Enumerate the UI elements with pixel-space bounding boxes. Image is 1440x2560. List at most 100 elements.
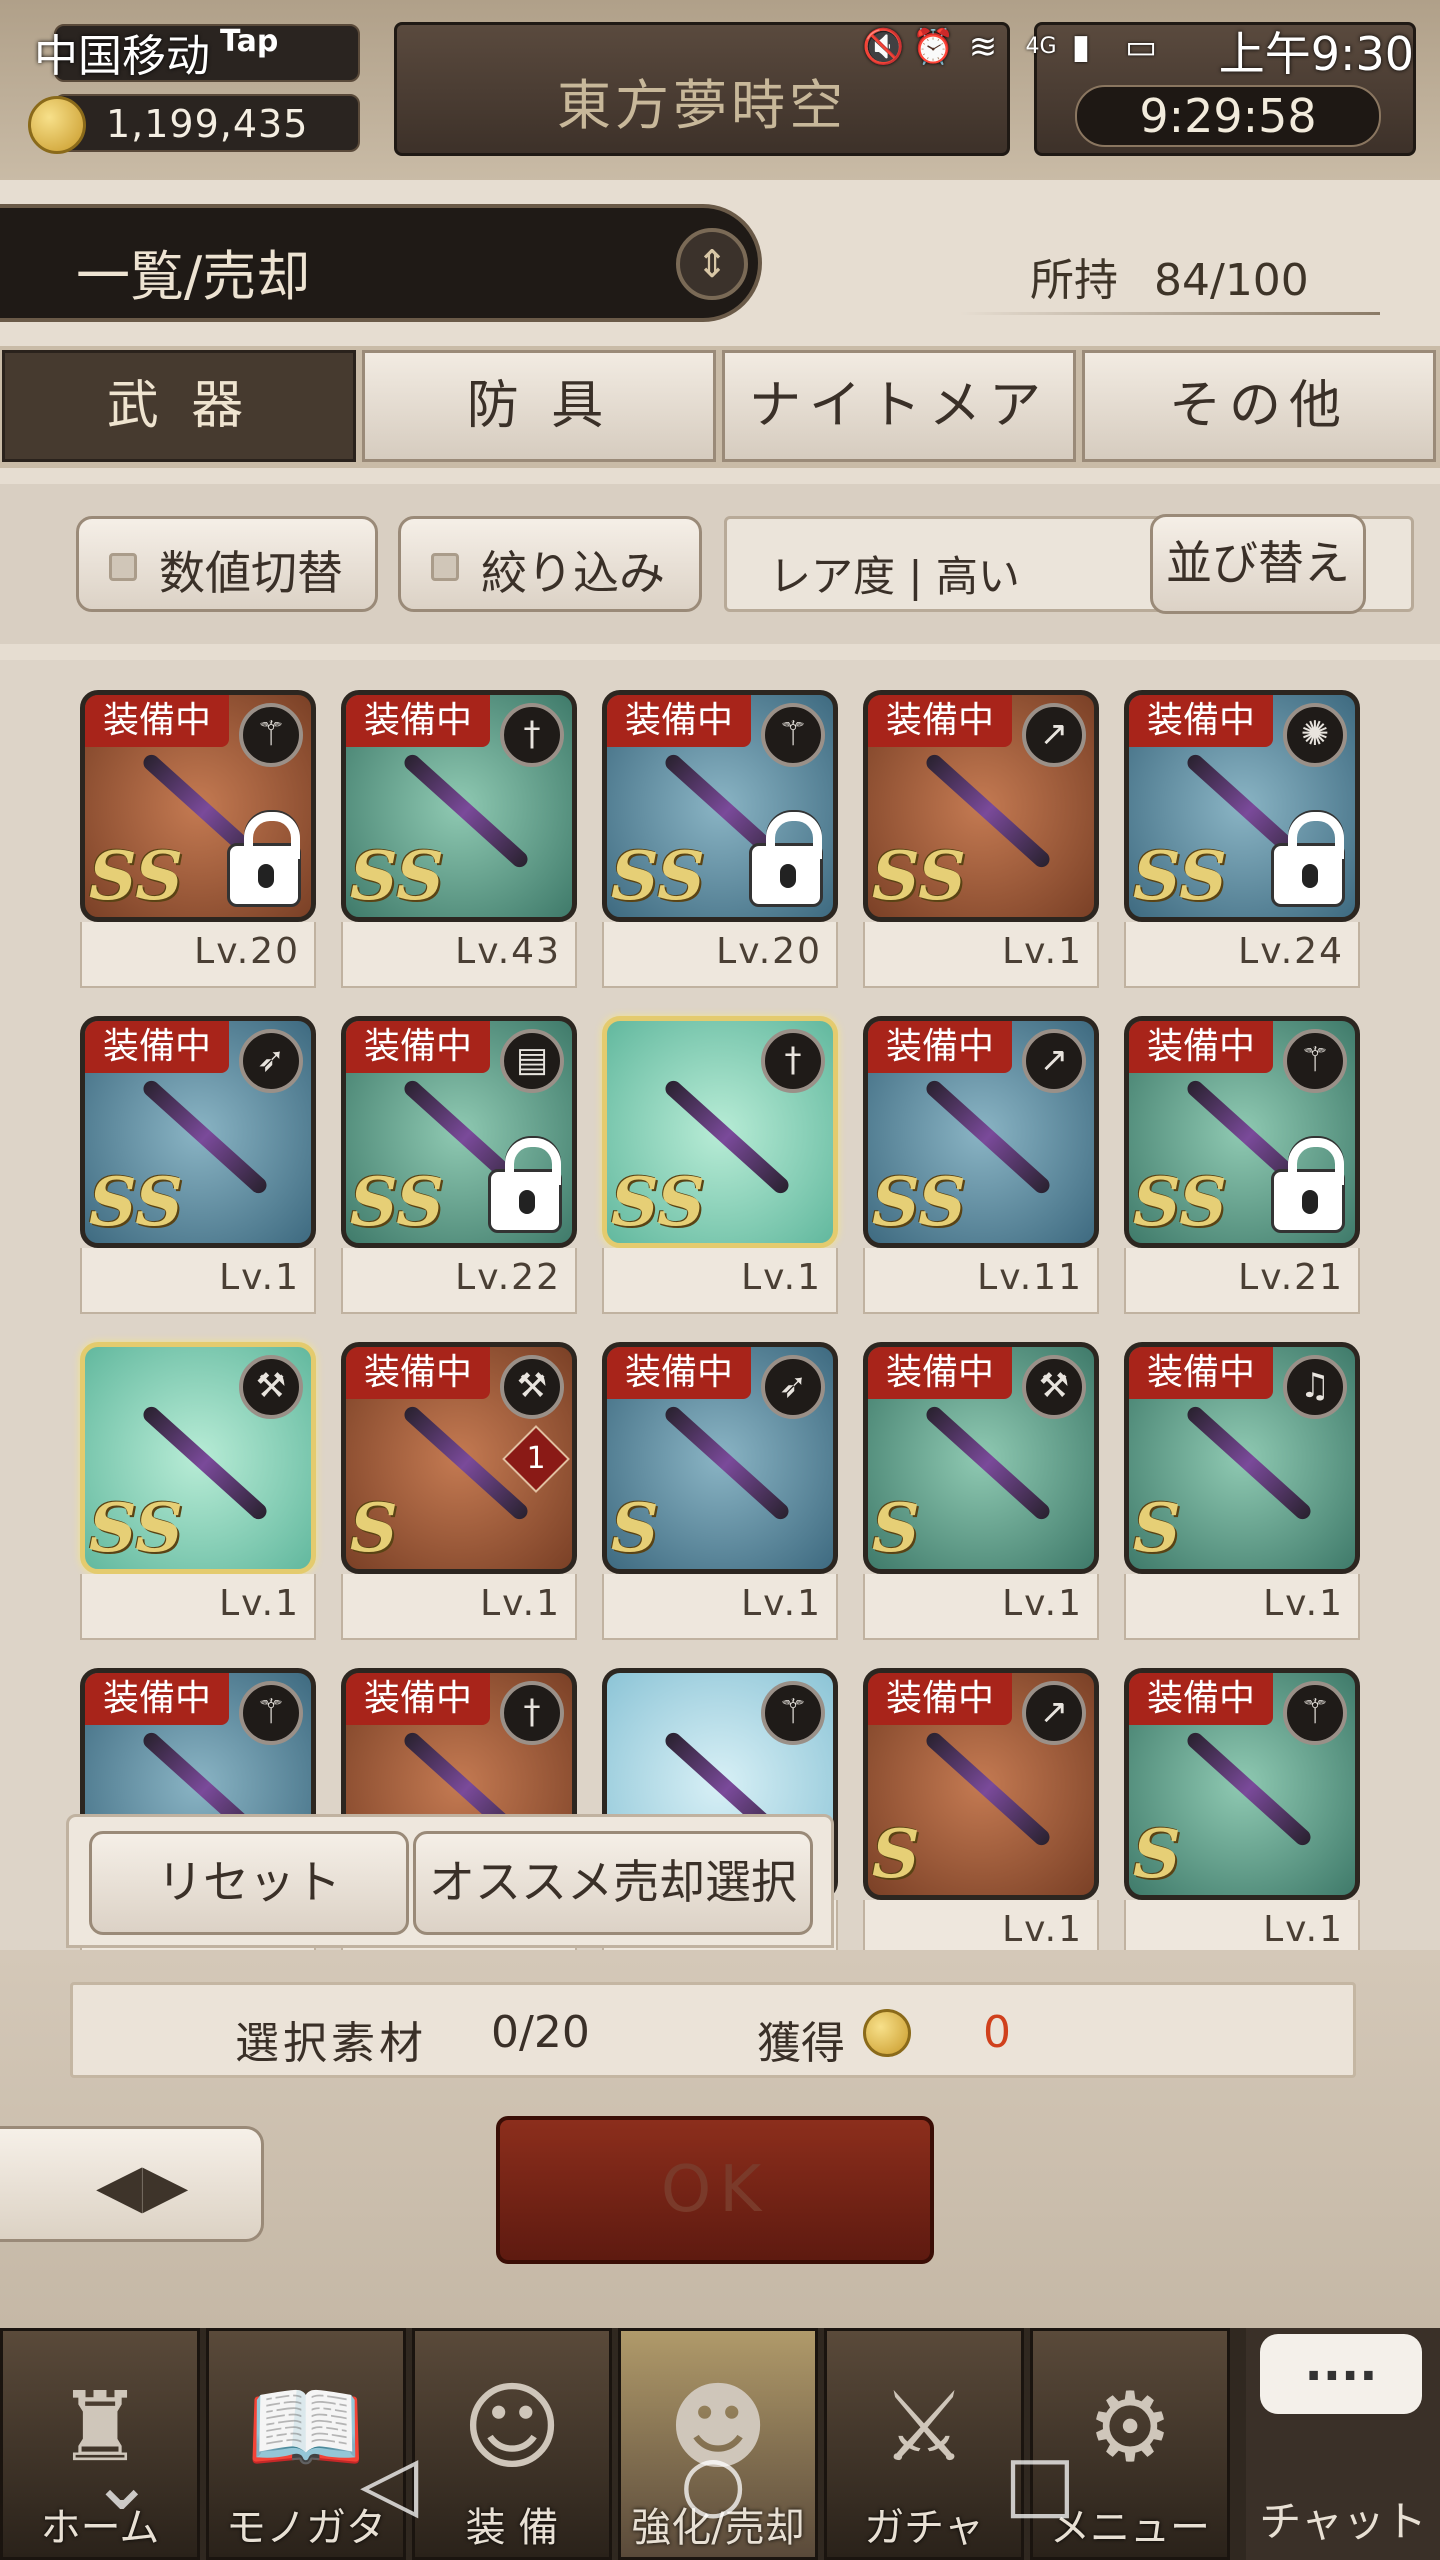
rarity-rank: SS — [1133, 837, 1227, 915]
weapon-image[interactable]: 装備中 ⚒ 1 S — [341, 1342, 577, 1574]
filter-bar: 数値切替 絞り込み レア度 | 高い 並び替え — [0, 484, 1440, 644]
weapon-image[interactable]: 装備中 ⚚ SS — [1124, 1016, 1360, 1248]
equipped-badge: 装備中 — [346, 1673, 490, 1725]
weapon-image[interactable]: 装備中 † SS — [341, 690, 577, 922]
back-button[interactable]: ◀▶ — [0, 2126, 264, 2242]
level-label: Lv.24 — [1124, 922, 1360, 988]
weapon-art — [1184, 1729, 1314, 1849]
system-collapse-icon[interactable]: ⌄ — [90, 2438, 154, 2527]
weapon-card[interactable]: † SS Lv.1 — [602, 1016, 838, 1316]
weapon-image[interactable]: 装備中 ↗ SS — [863, 690, 1099, 922]
chat-button[interactable]: .... チャット — [1246, 2328, 1440, 2560]
weapon-image[interactable]: 装備中 ⚚ SS — [80, 690, 316, 922]
weapon-card[interactable]: 装備中 ⚚ SS Lv.20 — [80, 690, 316, 990]
rarity-rank: SS — [89, 837, 183, 915]
weapon-image[interactable]: ⚒ SS — [80, 1342, 316, 1574]
tab-other[interactable]: その他 — [1082, 350, 1436, 462]
weapon-image[interactable]: 装備中 ♫ S — [1124, 1342, 1360, 1574]
rarity-rank: SS — [350, 837, 444, 915]
recommend-sell-button[interactable]: オススメ売却選択 — [413, 1831, 813, 1935]
weapon-image[interactable]: 装備中 ✺ SS — [1124, 690, 1360, 922]
nav-crossed-swords[interactable]: ⚔ ガチャ — [824, 2328, 1024, 2560]
weapon-card[interactable]: 装備中 ➶ SS Lv.1 — [80, 1016, 316, 1316]
weapon-card[interactable]: 装備中 ⚚ SS Lv.21 — [1124, 1016, 1360, 1316]
tab-armor[interactable]: 防 具 — [362, 350, 716, 462]
weapon-card[interactable]: 装備中 ⚒ 1 S Lv.1 — [341, 1342, 577, 1642]
level-label: Lv.21 — [1124, 1248, 1360, 1314]
weapon-art — [662, 1403, 792, 1523]
sort-button[interactable]: 並び替え — [1150, 514, 1366, 614]
battery-icon: ▭ — [1124, 27, 1158, 67]
system-recents-icon[interactable]: □ — [1004, 2438, 1076, 2527]
staff-icon: ⚚ — [1283, 1029, 1347, 1093]
nav-puppet[interactable]: ☺ 装 備 — [412, 2328, 612, 2560]
weapon-image[interactable]: 装備中 ➶ SS — [80, 1016, 316, 1248]
selected-label: 選択素材 — [235, 2018, 427, 2069]
level-label: Lv.1 — [863, 1900, 1099, 1950]
weapon-image[interactable]: † SS — [602, 1016, 838, 1248]
weapon-card[interactable]: ⚒ SS Lv.1 — [80, 1342, 316, 1642]
weapon-card[interactable]: 装備中 ⚚ SS Lv.20 — [602, 690, 838, 990]
staff-icon: ⚚ — [1283, 1681, 1347, 1745]
level-label: Lv.1 — [863, 922, 1099, 988]
chat-bubble-icon: .... — [1260, 2334, 1422, 2414]
weapon-art — [1184, 1403, 1314, 1523]
tab-nightmare[interactable]: ナイトメア — [722, 350, 1076, 462]
checkbox[interactable] — [109, 553, 137, 581]
spear-icon: ↗ — [1022, 1681, 1086, 1745]
rarity-rank: S — [611, 1489, 659, 1567]
clock: 上午9:30 — [1218, 27, 1414, 81]
timer-value: 9:29:58 — [1139, 89, 1317, 143]
weapon-image[interactable]: 装備中 ⚚ S — [1124, 1668, 1360, 1900]
sword-icon: † — [500, 1681, 564, 1745]
weapon-image[interactable]: 装備中 ↗ S — [863, 1668, 1099, 1900]
equipped-badge: 装備中 — [1129, 1673, 1273, 1725]
weapon-card[interactable]: 装備中 ⚒ S Lv.1 — [863, 1342, 1099, 1642]
owned-label: 所持 — [1030, 255, 1118, 306]
weapon-card[interactable]: 装備中 † SS Lv.43 — [341, 690, 577, 990]
hammer-icon: ⚒ — [1022, 1355, 1086, 1419]
weapon-card[interactable]: 装備中 ⚚ S Lv.1 — [1124, 1668, 1360, 1950]
equipped-badge: 装備中 — [346, 1347, 490, 1399]
nav-label: ガチャ — [864, 2505, 984, 2551]
weapon-image[interactable]: 装備中 ⚚ SS — [602, 690, 838, 922]
weapon-card[interactable]: 装備中 ↗ SS Lv.1 — [863, 690, 1099, 990]
alarm-icon: ⏰ — [912, 27, 955, 67]
weapon-card[interactable]: 装備中 ↗ S Lv.1 — [863, 1668, 1099, 1950]
mute-icon: 🔇 — [862, 27, 905, 67]
weapon-card[interactable]: 装備中 ↗ SS Lv.11 — [863, 1016, 1099, 1316]
weapon-card[interactable]: 装備中 ♫ S Lv.1 — [1124, 1342, 1360, 1642]
ok-button[interactable]: OK — [496, 2116, 934, 2264]
weapon-image[interactable]: 装備中 ➶ S — [602, 1342, 838, 1574]
spear-icon: ↗ — [1022, 703, 1086, 767]
weapon-card[interactable]: 装備中 ✺ SS Lv.24 — [1124, 690, 1360, 990]
gain-label: 獲得 — [757, 2018, 845, 2069]
equipped-badge: 装備中 — [607, 1347, 751, 1399]
hammer-icon: ⚒ — [239, 1355, 303, 1419]
toggle-values-button[interactable]: 数値切替 — [76, 516, 378, 612]
narrow-filter-button[interactable]: 絞り込み — [398, 516, 702, 612]
lock-icon — [1271, 1138, 1345, 1233]
nav-label: 装 備 — [465, 2505, 559, 2551]
checkbox[interactable] — [431, 553, 459, 581]
list-sell-label: 一覧/売却 — [76, 245, 311, 308]
system-back-icon[interactable]: ◁ — [360, 2438, 418, 2527]
reset-button[interactable]: リセット — [89, 1831, 409, 1935]
weapon-image[interactable]: 装備中 ↗ SS — [863, 1016, 1099, 1248]
level-label: Lv.20 — [602, 922, 838, 988]
system-home-icon[interactable]: ○ — [680, 2438, 746, 2527]
level-label: Lv.1 — [341, 1574, 577, 1640]
lock-icon — [749, 812, 823, 907]
weapon-card[interactable]: 装備中 ➶ S Lv.1 — [602, 1342, 838, 1642]
narrow-filter-label: 絞り込み — [481, 546, 665, 600]
switch-mode-icon[interactable]: ⇕ — [676, 228, 748, 300]
carrier-name: 中国移动 — [34, 31, 210, 82]
item-grid: 装備中 ⚚ SS Lv.20 装備中 † SS Lv.43 装備中 ⚚ SS Lv.20 装備中 ↗ SS L… — [0, 660, 1440, 1950]
list-sell-header[interactable]: 一覧/売却 ⇕ — [0, 204, 762, 322]
tab-weapons[interactable]: 武 器 — [2, 350, 356, 462]
reset-panel: リセット オススメ売却選択 — [66, 1814, 834, 1948]
weapon-image[interactable]: 装備中 ▤ SS — [341, 1016, 577, 1248]
status-bar: 中国移动 Tap 🔇 ⏰ ≋ 4G ▮ ▭ 上午9:30 — [0, 0, 1440, 96]
weapon-image[interactable]: 装備中 ⚒ S — [863, 1342, 1099, 1574]
weapon-card[interactable]: 装備中 ▤ SS Lv.22 — [341, 1016, 577, 1316]
